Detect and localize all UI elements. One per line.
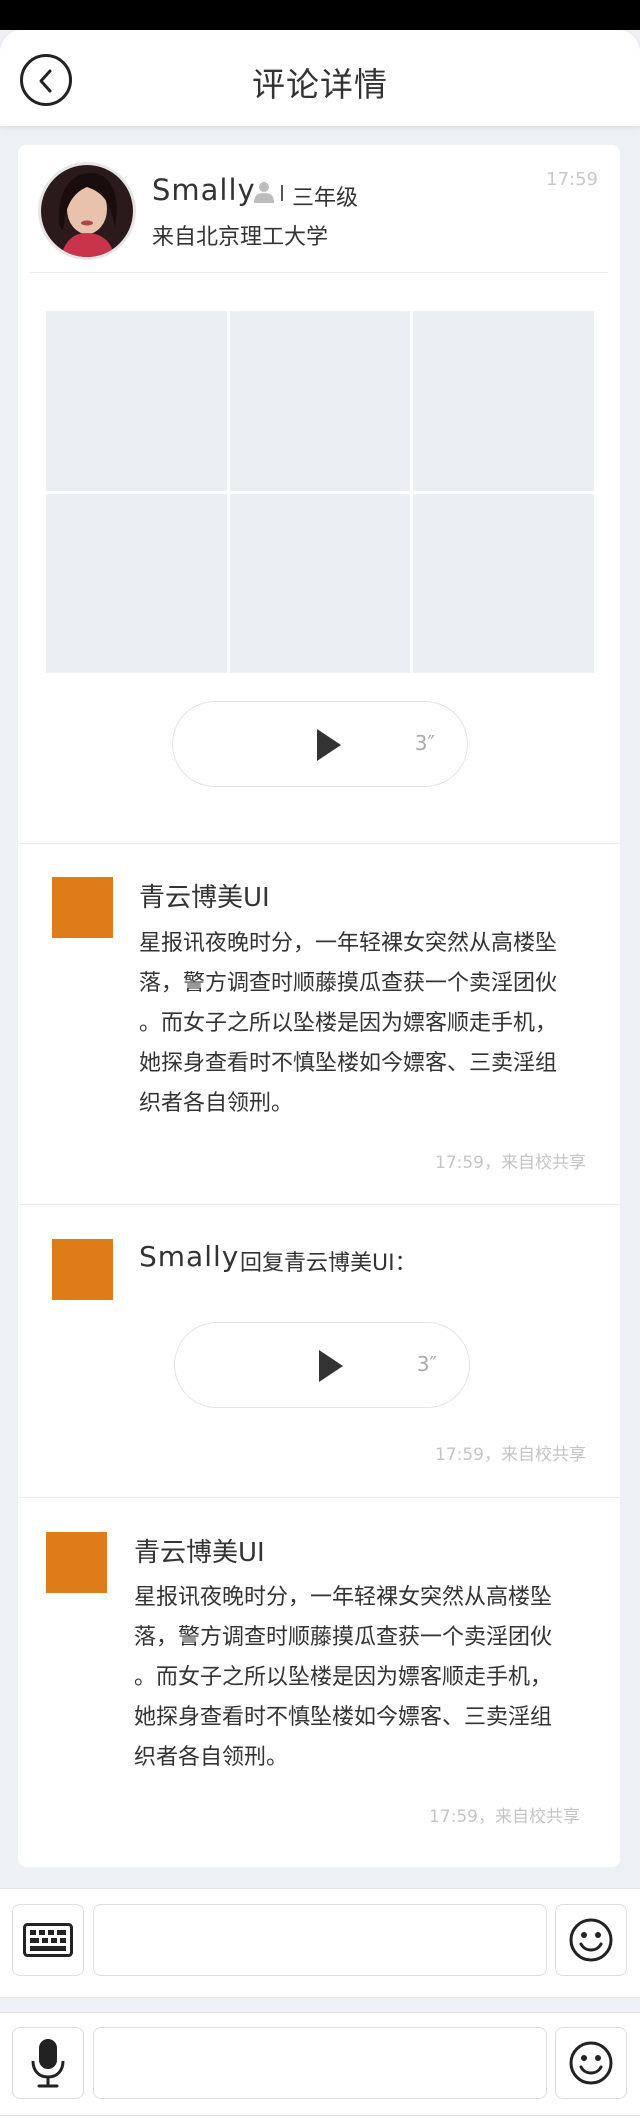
post-card: Smally 三年级 来自北京理工大学 17:59 3″ 青云博美UI 星报讯夜… — [18, 145, 620, 1867]
comment-input[interactable] — [93, 1904, 547, 1976]
play-icon — [317, 729, 341, 761]
smiley-icon — [569, 2041, 613, 2085]
microphone-button[interactable] — [12, 2027, 84, 2099]
comment-avatar[interactable] — [52, 1239, 113, 1300]
comment-meta: 17:59，来自校共享 — [435, 1153, 586, 1173]
voice-input-bar — [0, 2012, 640, 2116]
page-title: 评论详情 — [252, 65, 388, 104]
header-bar: 评论详情 — [0, 30, 640, 126]
comment-line: 她探身查看时不慎坠楼如今嫖客、三卖淫组 — [139, 1051, 558, 1076]
microphone-icon — [31, 2039, 65, 2088]
comment-line: 落，警方调查时顺藤摸瓜查获一个卖淫团伙 — [139, 971, 558, 996]
comment-line: 落，警方调查时顺藤摸瓜查获一个卖淫团伙 — [134, 1625, 553, 1650]
divider — [281, 185, 283, 201]
comment-meta: 17:59，来自校共享 — [435, 1445, 586, 1465]
avatar-photo — [41, 165, 133, 257]
voice-message-button[interactable]: 3″ — [174, 1322, 470, 1408]
voice-text-input[interactable] — [93, 2027, 547, 2099]
comment-line: 星报讯夜晚时分，一年轻裸女突然从高楼坠 — [134, 1585, 553, 1610]
author-grade: 三年级 — [292, 186, 359, 211]
comment-input-bar — [0, 1888, 640, 1998]
comment-avatar[interactable] — [52, 877, 113, 938]
post-time: 17:59 — [546, 169, 598, 190]
voice-duration: 3″ — [414, 731, 435, 755]
voice-duration: 3″ — [416, 1352, 437, 1376]
comment-line: 织者各自领刑。 — [134, 1745, 289, 1770]
image-thumbnail[interactable] — [229, 493, 411, 673]
image-thumbnail[interactable] — [229, 311, 411, 491]
user-icon — [254, 182, 274, 203]
comment-author[interactable]: 青云博美UI — [134, 1532, 265, 1569]
keyboard-icon — [23, 1923, 73, 1957]
image-grid — [46, 311, 594, 673]
comment-line: 织者各自领刑。 — [139, 1091, 294, 1116]
voice-message-button[interactable]: 3″ — [172, 701, 468, 787]
comment-line: 。而女子之所以坠楼是因为嫖客顺走手机， — [139, 1011, 558, 1036]
image-thumbnail[interactable] — [413, 311, 594, 491]
keyboard-button[interactable] — [12, 1904, 84, 1976]
image-thumbnail[interactable] — [46, 493, 227, 673]
play-icon — [319, 1350, 343, 1382]
divider — [18, 843, 620, 844]
comment-author[interactable]: 青云博美UI — [139, 877, 270, 914]
status-bar — [0, 0, 640, 30]
comment-text: 星报讯夜晚时分，一年轻裸女突然从高楼坠 落，警方调查时顺藤摸瓜查获一个卖淫团伙 … — [134, 1578, 584, 1778]
divider — [30, 272, 608, 273]
divider — [18, 1204, 620, 1205]
author-name[interactable]: Smally — [152, 173, 256, 207]
avatar[interactable] — [38, 162, 136, 260]
divider — [18, 1497, 620, 1498]
comment-avatar[interactable] — [46, 1532, 107, 1593]
reply-author[interactable]: Smally — [139, 1240, 239, 1273]
comment-line: 。而女子之所以坠楼是因为嫖客顺走手机， — [134, 1665, 553, 1690]
emoji-button[interactable] — [555, 2027, 627, 2099]
emoji-button[interactable] — [555, 1904, 627, 1976]
comment-meta: 17:59，来自校共享 — [429, 1807, 580, 1827]
comment-line: 星报讯夜晚时分，一年轻裸女突然从高楼坠 — [139, 931, 558, 956]
comment-line: 她探身查看时不慎坠楼如今嫖客、三卖淫组 — [134, 1705, 553, 1730]
reply-target: 回复青云博美UI： — [240, 1251, 417, 1276]
comment-text: 星报讯夜晚时分，一年轻裸女突然从高楼坠 落，警方调查时顺藤摸瓜查获一个卖淫团伙 … — [139, 924, 589, 1124]
image-thumbnail[interactable] — [46, 311, 227, 491]
smiley-icon — [569, 1918, 613, 1962]
image-thumbnail[interactable] — [413, 493, 594, 673]
author-school: 来自北京理工大学 — [152, 225, 329, 250]
